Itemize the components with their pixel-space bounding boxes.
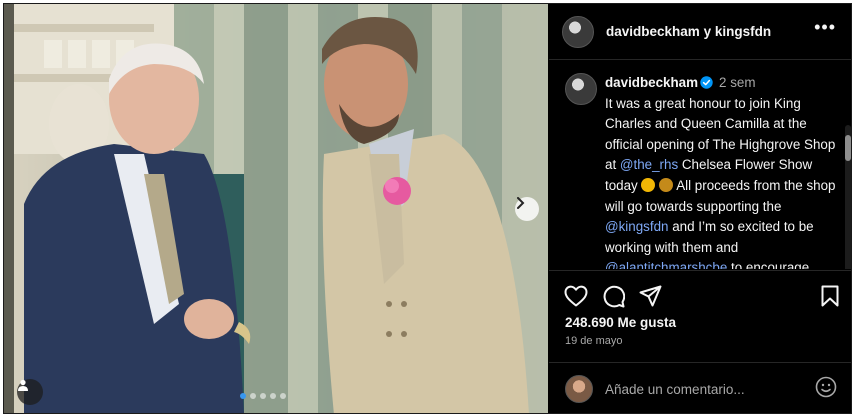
- post-photo: [4, 4, 548, 413]
- header-username[interactable]: davidbeckham: [606, 24, 700, 39]
- carousel-next-button[interactable]: [515, 197, 539, 221]
- photo-illustration: [4, 4, 548, 413]
- mention-link[interactable]: @kingsfdn: [605, 219, 668, 234]
- caption-area: davidbeckham 2 sem It was a great honour …: [549, 61, 851, 269]
- save-button[interactable]: [821, 285, 839, 324]
- more-icon: •••: [814, 17, 836, 37]
- carousel-next-icon: [517, 197, 525, 209]
- carousel-dots: [240, 393, 286, 399]
- likes-count[interactable]: 248.690 Me gusta: [565, 315, 676, 330]
- carousel-dot: [250, 393, 256, 399]
- current-user-avatar: [565, 375, 593, 403]
- header-collab-username[interactable]: kingsfdn: [715, 24, 771, 39]
- post-header: davidbeckham y kingsfdn •••: [549, 4, 851, 60]
- post-side-panel: davidbeckham y kingsfdn ••• davidbeckham…: [549, 4, 851, 413]
- emoji-icon: [815, 376, 837, 397]
- mention-link[interactable]: @the_rhs: [620, 157, 678, 172]
- author-avatar[interactable]: [562, 15, 594, 48]
- sunflower-emoji: [641, 177, 656, 192]
- tagged-users-button[interactable]: [17, 379, 43, 405]
- comment-input[interactable]: [605, 381, 815, 397]
- save-bookmark-icon: [821, 285, 839, 307]
- post-header-title: davidbeckham y kingsfdn: [606, 24, 814, 39]
- caption-avatar[interactable]: [565, 73, 597, 105]
- share-icon: [639, 285, 662, 307]
- caption-text: It was a great honour to join King Charl…: [605, 96, 835, 269]
- tagged-user-icon: [18, 379, 28, 391]
- carousel-dot: [240, 393, 246, 399]
- caption-body: davidbeckham 2 sem It was a great honour …: [605, 73, 839, 269]
- comment-composer: [549, 362, 851, 413]
- emoji-picker-button[interactable]: [815, 376, 837, 403]
- carousel-dot: [280, 393, 286, 399]
- caption-timestamp: 2 sem: [719, 75, 756, 90]
- bee-emoji: [659, 177, 674, 192]
- caption-username[interactable]: davidbeckham: [605, 75, 698, 90]
- scrollbar-thumb[interactable]: [845, 135, 851, 161]
- caption-scrollbar[interactable]: [845, 125, 851, 269]
- header-conjunction: y: [703, 24, 712, 39]
- verified-badge-icon: [700, 76, 713, 89]
- instagram-post-modal: davidbeckham y kingsfdn ••• davidbeckham…: [3, 3, 852, 414]
- post-date[interactable]: 19 de mayo: [565, 335, 622, 347]
- mention-link[interactable]: @alantitchmarshcbe: [605, 260, 727, 269]
- like-heart-icon: [564, 285, 588, 307]
- more-options-button[interactable]: •••: [814, 17, 840, 46]
- carousel-dot: [270, 393, 276, 399]
- carousel-dot: [260, 393, 266, 399]
- comment-icon: [603, 285, 626, 308]
